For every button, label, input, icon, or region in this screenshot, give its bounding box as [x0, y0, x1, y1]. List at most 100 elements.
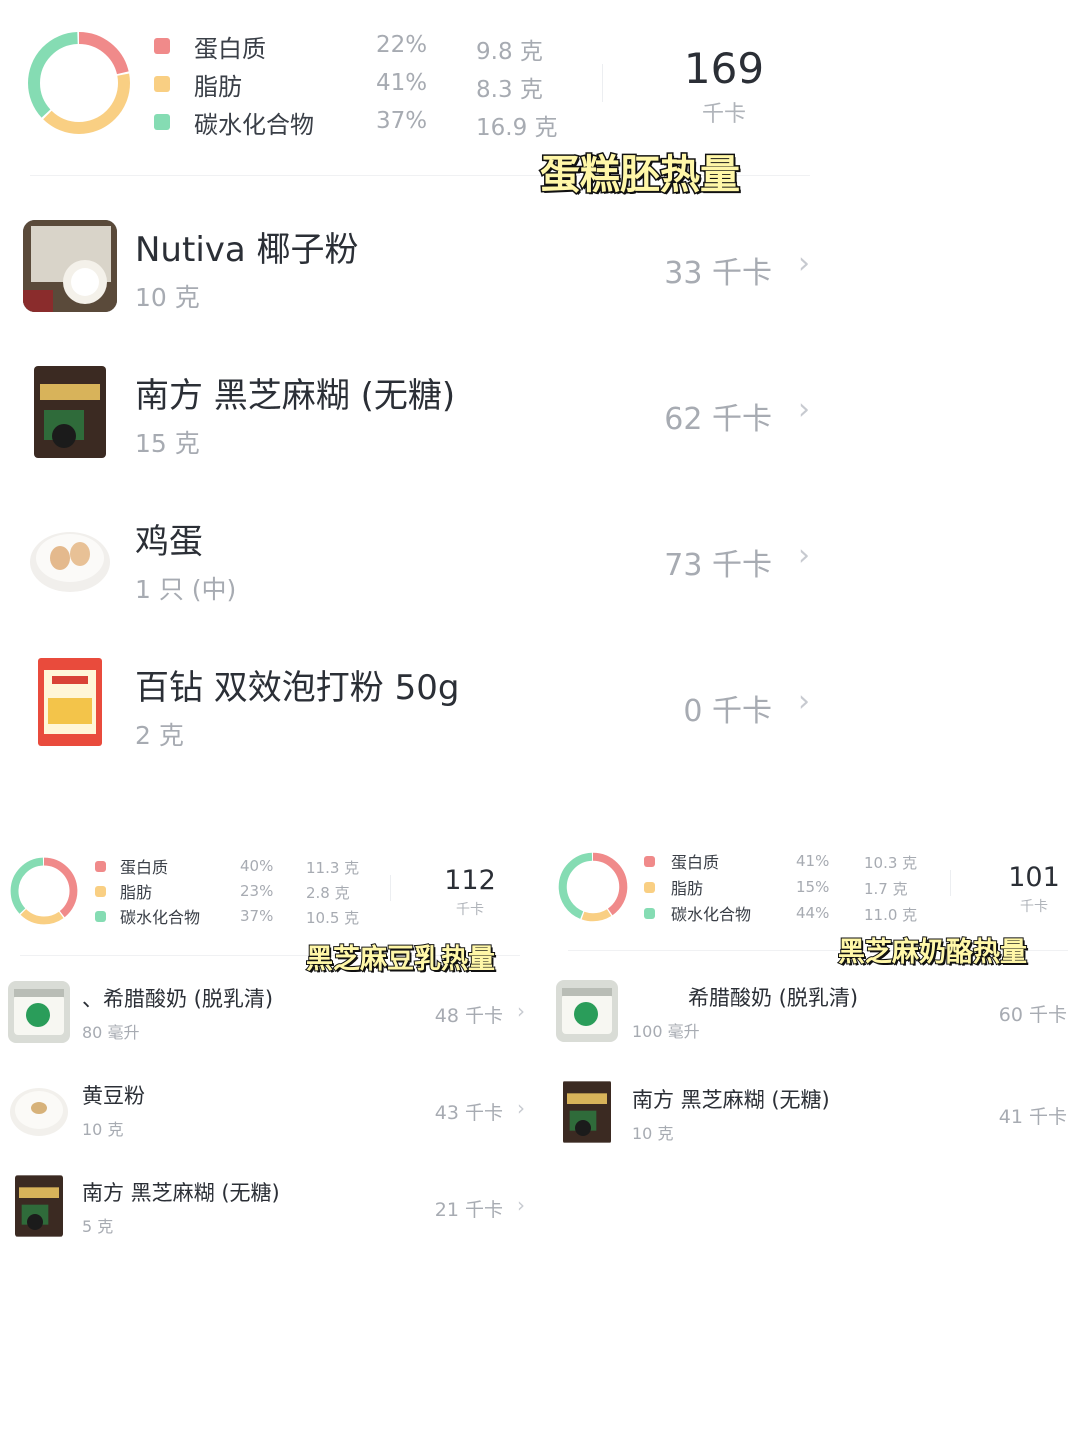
yogurt-tub-icon: [8, 981, 70, 1043]
divider: [950, 870, 951, 896]
food-kcal: 62 千卡: [664, 402, 772, 437]
macro-name: 脂肪: [671, 879, 704, 898]
macro-name: 脂肪: [120, 883, 153, 902]
protein-color-dot: [154, 38, 170, 54]
food-kcal: 41 千卡: [998, 1106, 1067, 1128]
macro-name: 碳水化合物: [671, 905, 752, 924]
macro-percent: 44%: [796, 904, 830, 922]
fat-color-dot: [644, 881, 655, 893]
left-legend-carb: 碳水化合物: [95, 905, 200, 927]
black-sesame-package-icon: [15, 1175, 63, 1237]
food-name: 百钻 双效泡打粉 50g: [135, 668, 460, 708]
macro-percent: 40%: [240, 857, 274, 875]
food-quantity: 100 毫升: [632, 1022, 700, 1041]
fat-color-dot: [154, 76, 170, 92]
macro-name: 蛋白质: [671, 853, 720, 872]
total-kcal: 101: [1008, 862, 1060, 893]
black-sesame-package-icon: [563, 1080, 611, 1144]
food-row[interactable]: 黄豆粉 10 克 43 千卡 ›: [0, 1072, 535, 1146]
coconut-flour-package-icon: [23, 220, 117, 312]
main-legend-fat: 脂肪: [154, 68, 242, 101]
right-legend-carb: 碳水化合物: [644, 902, 751, 924]
carb-color-dot: [95, 910, 106, 922]
food-row[interactable]: 南方 黑芝麻糊 (无糖) 15 克 62 千卡 ›: [0, 356, 830, 468]
food-kcal: 60 千卡: [998, 1004, 1067, 1026]
food-kcal: 48 千卡: [434, 1005, 503, 1027]
sticker-label: 蛋糕胚热量: [539, 151, 742, 200]
food-name: 、希腊酸奶 (脱乳清): [82, 987, 274, 1011]
baking-powder-package-icon: [38, 658, 102, 746]
total-kcal: 169: [683, 44, 765, 93]
food-quantity: 10 克: [135, 283, 200, 312]
food-kcal: 21 千卡: [434, 1199, 503, 1221]
right-nutrition-panel: 蛋白质 41% 10.3 克 脂肪 15% 1.7 克 碳水化合物 44% 11…: [548, 840, 1080, 1180]
kcal-unit: 千卡: [456, 902, 484, 918]
food-name: 希腊酸奶 (脱乳清): [688, 986, 859, 1010]
macro-percent: 37%: [240, 907, 274, 925]
total-kcal: 112: [444, 865, 496, 896]
food-row[interactable]: 百钻 双效泡打粉 50g 2 克 0 千卡 ›: [0, 648, 830, 760]
food-name: 鸡蛋: [135, 522, 203, 562]
eggs-plate-icon: [28, 518, 112, 598]
kcal-unit: 千卡: [1020, 899, 1048, 915]
macro-grams: 11.3 克: [306, 859, 360, 877]
fat-color-dot: [95, 885, 106, 897]
macro-grams: 10.5 克: [306, 909, 360, 927]
divider: [602, 64, 603, 102]
food-kcal: 0 千卡: [683, 694, 772, 729]
main-nutrition-panel: 蛋白质 22% 9.8 克 脂肪 41% 8.3 克 碳水化合物 37% 16.…: [0, 0, 860, 800]
main-legend-protein: 蛋白质: [154, 30, 266, 63]
food-kcal: 73 千卡: [664, 548, 772, 583]
left-macro-donut: [10, 857, 78, 925]
left-nutrition-panel: 蛋白质 40% 11.3 克 脂肪 23% 2.8 克 碳水化合物 37% 10…: [0, 845, 545, 1265]
food-quantity: 1 只 (中): [135, 575, 237, 604]
macro-percent: 41%: [376, 70, 428, 96]
macro-name: 碳水化合物: [194, 110, 314, 139]
soy-flour-plate-icon: [8, 1078, 70, 1140]
left-legend-protein: 蛋白质: [95, 855, 168, 877]
food-row[interactable]: 希腊酸奶 (脱乳清) 100 毫升 60 千卡: [548, 976, 1073, 1050]
chevron-right-icon: ›: [517, 1193, 525, 1217]
food-name: 南方 黑芝麻糊 (无糖): [632, 1088, 830, 1112]
chevron-right-icon: ›: [798, 392, 810, 427]
food-row[interactable]: 鸡蛋 1 只 (中) 73 千卡 ›: [0, 502, 830, 614]
right-legend-fat: 脂肪: [644, 876, 703, 898]
macro-percent: 37%: [376, 108, 428, 134]
right-legend-protein: 蛋白质: [644, 850, 719, 872]
kcal-unit: 千卡: [701, 102, 746, 127]
macro-name: 蛋白质: [194, 34, 266, 63]
macro-grams: 10.3 克: [864, 854, 918, 872]
black-sesame-package-icon: [34, 366, 106, 458]
chevron-right-icon: ›: [798, 684, 810, 719]
yogurt-tub-icon: [556, 980, 618, 1042]
chevron-right-icon: ›: [798, 246, 810, 281]
sticker-label: 黑芝麻奶酪热量: [837, 936, 1028, 969]
food-name: 南方 黑芝麻糊 (无糖): [135, 376, 456, 416]
food-quantity: 10 克: [632, 1124, 674, 1143]
macro-grams: 1.7 克: [864, 880, 908, 898]
macro-name: 脂肪: [194, 72, 242, 101]
macro-grams: 16.9 克: [476, 115, 558, 141]
macro-name: 碳水化合物: [120, 908, 201, 927]
macro-percent: 41%: [796, 852, 830, 870]
protein-color-dot: [644, 855, 655, 867]
food-quantity: 80 毫升: [82, 1023, 140, 1042]
food-row[interactable]: 、希腊酸奶 (脱乳清) 80 毫升 48 千卡 ›: [0, 975, 535, 1049]
food-row[interactable]: 南方 黑芝麻糊 (无糖) 10 克 41 千卡: [548, 1076, 1073, 1150]
chevron-right-icon: ›: [517, 1096, 525, 1120]
food-name: 黄豆粉: [82, 1084, 145, 1108]
food-quantity: 5 克: [82, 1217, 114, 1236]
main-macro-donut: [28, 32, 130, 134]
food-row[interactable]: 南方 黑芝麻糊 (无糖) 5 克 21 千卡 ›: [0, 1169, 535, 1243]
food-row[interactable]: Nutiva 椰子粉 10 克 33 千卡 ›: [0, 210, 830, 322]
sticker-label: 黑芝麻豆乳热量: [305, 943, 496, 976]
macro-grams: 2.8 克: [306, 884, 350, 902]
chevron-right-icon: ›: [798, 538, 810, 573]
food-quantity: 10 克: [82, 1120, 124, 1139]
macro-grams: 8.3 克: [476, 77, 543, 103]
food-quantity: 15 克: [135, 429, 200, 458]
macro-percent: 23%: [240, 882, 274, 900]
food-name: 南方 黑芝麻糊 (无糖): [82, 1181, 280, 1205]
food-name: Nutiva 椰子粉: [135, 230, 359, 270]
protein-color-dot: [95, 860, 106, 872]
